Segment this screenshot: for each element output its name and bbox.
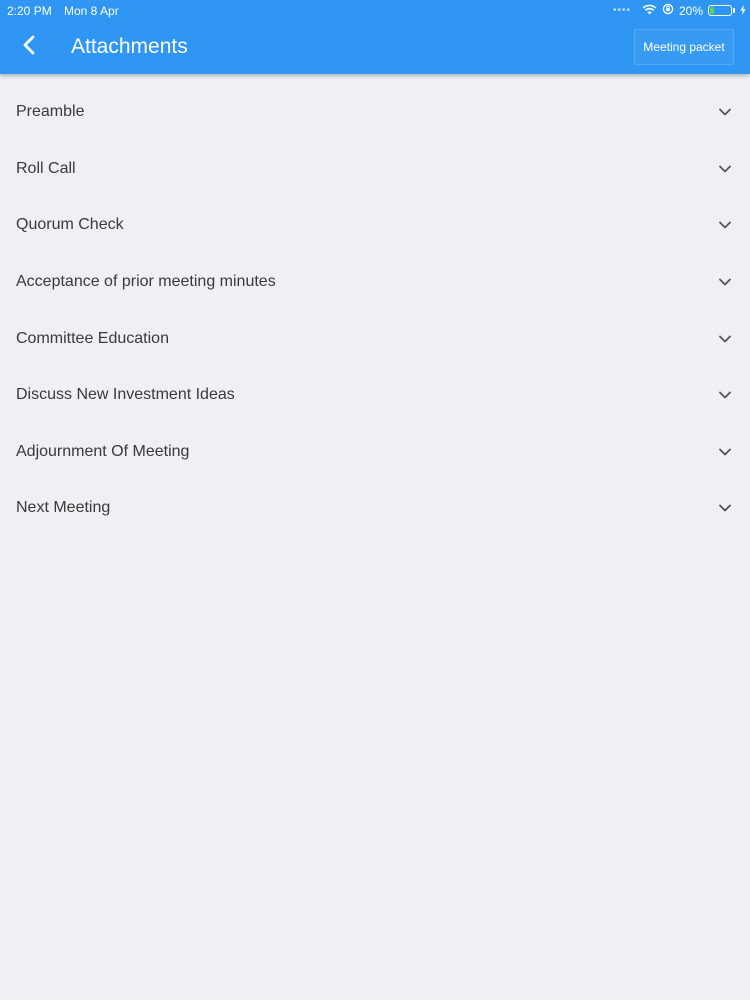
orientation-lock-icon bbox=[662, 3, 674, 18]
signal-icon: •••• bbox=[612, 5, 631, 16]
chevron-left-icon bbox=[22, 35, 36, 60]
app-header: 2:20 PM Mon 8 Apr •••• 20% Attachments M… bbox=[0, 0, 750, 74]
agenda-item-label: Preamble bbox=[16, 103, 85, 121]
wifi-icon bbox=[642, 4, 657, 18]
agenda-item-label: Committee Education bbox=[16, 329, 169, 347]
agenda-item-label: Discuss New Investment Ideas bbox=[16, 386, 235, 404]
agenda-list: Preamble Roll Call Quorum Check Acceptance … bbox=[0, 84, 750, 537]
chevron-down-icon bbox=[718, 445, 732, 459]
agenda-item[interactable]: Discuss New Investment Ideas bbox=[0, 367, 750, 424]
agenda-item[interactable]: Roll Call bbox=[0, 141, 750, 198]
agenda-item-label: Roll Call bbox=[16, 159, 76, 177]
battery-fill bbox=[710, 7, 714, 14]
agenda-item[interactable]: Adjournment Of Meeting bbox=[0, 424, 750, 481]
charging-icon bbox=[740, 4, 746, 18]
battery-icon bbox=[708, 5, 732, 16]
agenda-item[interactable]: Committee Education bbox=[0, 310, 750, 367]
chevron-down-icon bbox=[718, 332, 732, 346]
agenda-item[interactable]: Preamble bbox=[0, 84, 750, 141]
chevron-down-icon bbox=[718, 218, 732, 232]
agenda-item[interactable]: Acceptance of prior meeting minutes bbox=[0, 254, 750, 311]
agenda-item[interactable]: Next Meeting bbox=[0, 480, 750, 537]
chevron-down-icon bbox=[718, 105, 732, 119]
chevron-down-icon bbox=[718, 275, 732, 289]
status-indicators: •••• 20% bbox=[613, 3, 746, 18]
page-title: Attachments bbox=[71, 35, 188, 58]
agenda-item-label: Acceptance of prior meeting minutes bbox=[16, 273, 276, 291]
status-time: 2:20 PM bbox=[7, 4, 52, 18]
chevron-down-icon bbox=[718, 162, 732, 176]
meeting-packet-button[interactable]: Meeting packet bbox=[634, 29, 734, 65]
agenda-item-label: Adjournment Of Meeting bbox=[16, 442, 190, 460]
back-button[interactable] bbox=[14, 32, 44, 62]
status-date: Mon 8 Apr bbox=[64, 4, 119, 18]
battery-tip bbox=[733, 8, 735, 13]
chevron-down-icon bbox=[718, 501, 732, 515]
status-bar: 2:20 PM Mon 8 Apr •••• 20% bbox=[0, 0, 750, 20]
agenda-item-label: Quorum Check bbox=[16, 216, 124, 234]
battery-percent: 20% bbox=[678, 3, 703, 18]
agenda-item-label: Next Meeting bbox=[16, 499, 111, 517]
chevron-down-icon bbox=[718, 388, 732, 402]
agenda-item[interactable]: Quorum Check bbox=[0, 197, 750, 254]
